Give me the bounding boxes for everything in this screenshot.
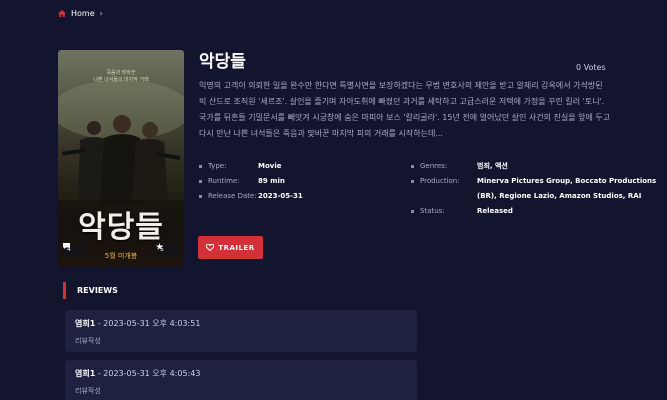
review-date: - 2023-05-31 오후 4:05:43 xyxy=(95,369,201,378)
review-body: 리뷰작성 xyxy=(75,337,101,345)
movie-overview: 익명의 고객이 의뢰한 일을 완수만 한다면 특별사면을 보장하겠다는 무법 변… xyxy=(199,81,611,138)
comment-icon xyxy=(63,243,70,249)
info-value: 범죄, 액션 xyxy=(477,162,508,170)
review-meta: 염희1 - 2023-05-31 오후 4:03:51 xyxy=(75,318,407,329)
home-icon xyxy=(58,10,66,17)
info-value: 2023-05-31 xyxy=(258,192,303,200)
bullet-icon xyxy=(199,195,202,198)
trailer-button[interactable]: TRAILER xyxy=(198,236,263,259)
bullet-icon xyxy=(199,180,202,183)
movie-poster[interactable]: 죽음과 맞바꾼 나쁜 녀석들의 마지막 거래 악당들 5월 미개봉 4 5 xyxy=(58,50,184,267)
likes-badge[interactable]: 5 xyxy=(156,243,179,256)
poster-title: 악당들 xyxy=(78,210,164,245)
comments-badge[interactable]: 4 xyxy=(63,243,86,256)
info-value: Minerva Pictures Group, Boccato Producti… xyxy=(477,177,657,200)
info-right: Genres: 범죄, 액션 Production: Minerva Pictu… xyxy=(411,159,667,219)
info-label: Genres: xyxy=(420,162,448,170)
info-label: Status: xyxy=(420,207,445,215)
review-date: - 2023-05-31 오후 4:03:51 xyxy=(95,319,201,328)
info-row-genres: Genres: 범죄, 액션 xyxy=(411,159,667,174)
bullet-icon xyxy=(411,210,414,213)
chevron-right-icon: › xyxy=(99,9,103,18)
info-row-status: Status: Released xyxy=(411,204,667,219)
bullet-icon xyxy=(411,180,414,183)
reviews-heading: REVIEWS xyxy=(63,282,118,299)
info-row-type: Type: Movie xyxy=(199,159,368,174)
info-value: Released xyxy=(477,207,513,215)
star-icon xyxy=(156,243,163,250)
info-left: Type: Movie Runtime: 89 min Release Date… xyxy=(199,159,368,204)
review-card: 염희1 - 2023-05-31 오후 4:05:43 리뷰작성 xyxy=(65,360,417,400)
info-label: Production: xyxy=(420,177,460,185)
info-value: Movie xyxy=(258,162,282,170)
heart-icon xyxy=(206,244,215,251)
info-row-release-date: Release Date: 2023-05-31 xyxy=(199,189,368,204)
info-label: Runtime: xyxy=(208,177,240,185)
info-row-runtime: Runtime: 89 min xyxy=(199,174,368,189)
review-card: 염희1 - 2023-05-31 오후 4:03:51 리뷰작성 xyxy=(65,310,417,352)
breadcrumb: Home › xyxy=(58,9,103,18)
review-body: 리뷰작성 xyxy=(75,387,101,395)
breadcrumb-home-link[interactable]: Home xyxy=(71,9,95,18)
review-author[interactable]: 염희1 xyxy=(75,369,95,378)
bullet-icon xyxy=(199,165,202,168)
poster-tagline: 죽음과 맞바꾼 나쁜 녀석들의 마지막 거래 xyxy=(93,70,149,83)
info-value: 89 min xyxy=(258,177,285,185)
review-meta: 염희1 - 2023-05-31 오후 4:05:43 xyxy=(75,368,407,379)
info-label: Release Date: xyxy=(208,192,257,200)
review-author[interactable]: 염희1 xyxy=(75,319,95,328)
trailer-button-label: TRAILER xyxy=(218,243,255,252)
movie-title: 악당들 xyxy=(199,52,246,72)
info-row-production: Production: Minerva Pictures Group, Bocc… xyxy=(411,174,667,204)
info-label: Type: xyxy=(208,162,227,170)
votes-count: 0 Votes xyxy=(576,63,606,72)
bullet-icon xyxy=(411,165,414,168)
